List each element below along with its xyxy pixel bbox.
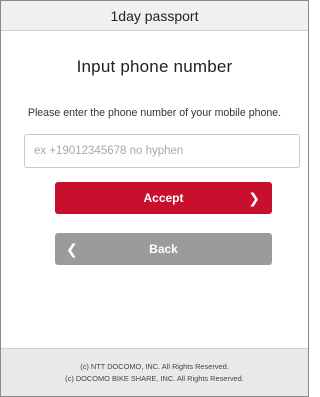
phone-number-input[interactable]: [24, 134, 300, 168]
back-button[interactable]: ❮ Back: [55, 233, 272, 265]
accept-button[interactable]: Accept ❯: [55, 182, 272, 214]
chevron-right-icon: ❯: [248, 190, 260, 206]
page-title: Input phone number: [76, 57, 233, 76]
instruction-text: Please enter the phone number of your mo…: [27, 107, 282, 119]
back-button-label: Back: [149, 242, 178, 256]
app-header: 1day passport: [1, 1, 308, 31]
footer: (c) NTT DOCOMO, INC. All Rights Reserved…: [1, 348, 308, 396]
app-title: 1day passport: [110, 7, 199, 24]
app-frame: 1day passport Input phone number Please …: [0, 0, 309, 397]
chevron-left-icon: ❮: [66, 241, 78, 257]
accept-button-label: Accept: [143, 191, 184, 205]
copyright-docomo-bike-share: (c) DOCOMO BIKE SHARE, INC. All Rights R…: [65, 373, 244, 383]
copyright-ntt-docomo: (c) NTT DOCOMO, INC. All Rights Reserved…: [80, 361, 229, 371]
